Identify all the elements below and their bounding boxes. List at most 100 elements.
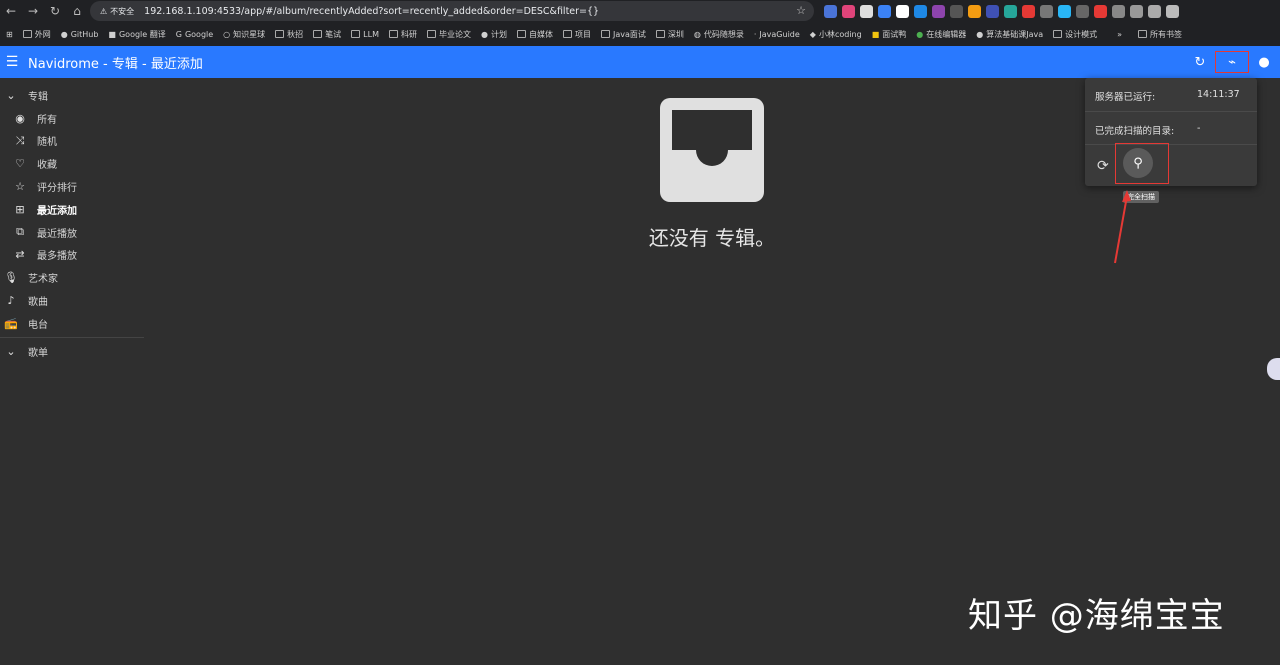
bookmark-star-icon[interactable]: ☆ <box>796 4 806 17</box>
extensions-bar <box>824 2 1179 18</box>
bookmark-item[interactable]: G Google <box>176 30 213 39</box>
music-note-icon: ♪ <box>7 294 15 308</box>
shuffle-icon: ⤨ <box>15 133 25 147</box>
bookmark-item[interactable]: ● 算法基础课Java <box>976 29 1043 40</box>
sidebar-divider <box>0 336 144 338</box>
bookmark-item[interactable]: ● 在线编辑器 <box>916 29 966 40</box>
extension-icon[interactable] <box>1040 5 1053 18</box>
extension-icon[interactable] <box>1058 5 1071 18</box>
sidebar-item-label: 随机 <box>37 137 57 149</box>
bookmark-item[interactable]: ● 计划 <box>481 29 507 40</box>
quick-scan-icon[interactable]: ⟳ <box>1097 158 1109 174</box>
sidebar-item-7[interactable]: ⇄ 最多播放 <box>0 244 146 267</box>
user-menu-button[interactable]: ● <box>1254 52 1274 72</box>
library-add-icon: ⊞ <box>15 202 25 216</box>
album-icon: ◉ <box>15 111 25 125</box>
bookmark-item[interactable]: ◆ 小林coding <box>810 29 862 40</box>
bookmark-item[interactable]: 自媒体 <box>516 29 553 40</box>
extension-icon[interactable] <box>1112 5 1125 18</box>
reload-icon[interactable]: ↻ <box>44 0 66 22</box>
app-bar: ☰ Navidrome - 专辑 - 最近添加 ↻ ⌁ ● <box>0 46 1280 78</box>
extension-icon[interactable] <box>950 5 963 18</box>
hamburger-menu-icon[interactable]: ☰ <box>2 52 22 72</box>
sidebar-item-6[interactable]: ⧉ 最近播放 <box>0 221 146 244</box>
extension-icon[interactable] <box>1076 5 1089 18</box>
extension-icon[interactable] <box>914 5 927 18</box>
folder-icon <box>22 30 32 38</box>
bookmark-item[interactable]: ■ Google 翻译 <box>108 29 165 40</box>
folder-icon <box>351 30 361 38</box>
bookmark-item[interactable]: 设计模式 <box>1053 29 1097 40</box>
bookmark-item[interactable]: · JavaGuide <box>754 30 800 39</box>
bookmark-item[interactable]: ■ 面试鸭 <box>872 29 907 40</box>
sidebar-item-9[interactable]: ♪ 歌曲 <box>0 289 146 312</box>
sidebar-item-2[interactable]: ⤨ 随机 <box>0 130 146 153</box>
home-icon[interactable]: ⌂ <box>66 0 88 22</box>
radio-icon: 📻 <box>4 316 18 330</box>
sidebar-item-8[interactable]: 🎙 艺术家 <box>0 266 146 289</box>
sidebar-item-1[interactable]: ◉ 所有 <box>0 107 146 130</box>
bookmark-item[interactable]: 秋招 <box>275 29 303 40</box>
divider <box>1085 111 1257 112</box>
extension-icon[interactable] <box>1094 5 1107 18</box>
all-bookmarks[interactable]: 所有书签 <box>1138 29 1182 40</box>
extension-icon[interactable] <box>932 5 945 18</box>
address-bar[interactable]: ⚠ 不安全 192.168.1.109:4533/app/#/album/rece… <box>90 1 814 21</box>
folder-icon <box>1138 30 1148 38</box>
extension-icon[interactable] <box>986 5 999 18</box>
extension-icon[interactable] <box>842 5 855 18</box>
extension-icon[interactable] <box>896 5 909 18</box>
extension-icon[interactable] <box>860 5 873 18</box>
bookmark-item[interactable]: ○ 知识星球 <box>223 29 265 40</box>
divider <box>1085 144 1257 145</box>
extension-icon[interactable] <box>968 5 981 18</box>
sidebar-item-label: 最多播放 <box>37 251 77 263</box>
floating-avatar[interactable] <box>1267 358 1280 380</box>
uptime-row: 服务器已运行: 14:11:37 <box>1095 89 1247 103</box>
sidebar-item-label: 收藏 <box>37 160 57 172</box>
bookmark-item[interactable]: 毕业论文 <box>426 29 471 40</box>
sidebar-item-0[interactable]: ⌄ 专辑 <box>0 84 146 107</box>
bookmark-item[interactable]: ● GitHub <box>61 30 99 39</box>
bookmark-item[interactable]: Java面试 <box>600 29 646 40</box>
back-icon[interactable]: ← <box>0 0 22 22</box>
url-text[interactable]: 192.168.1.109:4533/app/#/album/recentlyA… <box>144 6 599 17</box>
sidebar-item-11[interactable]: ⌄ 歌单 <box>0 340 146 363</box>
sidebar-item-label: 最近播放 <box>37 228 77 240</box>
profile-avatar-icon[interactable] <box>1166 5 1179 18</box>
bookmark-item[interactable]: LLM <box>351 30 379 39</box>
bookmark-item[interactable]: 项目 <box>562 29 591 40</box>
apps-grid-icon[interactable]: ⊞ <box>6 30 13 39</box>
refresh-button[interactable]: ↻ <box>1190 52 1210 72</box>
circle-icon: ○ <box>223 29 231 39</box>
star-icon: ☆ <box>15 180 25 194</box>
sidebar-item-4[interactable]: ☆ 评分排行 <box>0 175 146 198</box>
extension-icon[interactable] <box>824 5 837 18</box>
bookmark-item[interactable]: 外网 <box>22 29 51 40</box>
extension-icon[interactable] <box>1022 5 1035 18</box>
activity-panel: 服务器已运行: 14:11:37 已完成扫描的目录: - ⟳ ⚲ <box>1085 78 1257 186</box>
bookmarks-more[interactable]: » <box>1117 30 1122 39</box>
sidebar-item-5[interactable]: ⊞ 最近添加 <box>0 198 146 221</box>
bookmark-item[interactable]: 笔试 <box>313 29 341 40</box>
bookmark-item[interactable]: 科研 <box>388 29 417 40</box>
bookmark-item[interactable]: 深圳 <box>655 29 684 40</box>
dot-icon: · <box>753 29 757 39</box>
sidebar-item-10[interactable]: 📻 电台 <box>0 312 146 335</box>
extension-icon[interactable] <box>878 5 891 18</box>
folder-icon <box>388 30 398 38</box>
scanned-label: 已完成扫描的目录: <box>1095 126 1175 137</box>
activity-button[interactable]: ⌁ <box>1215 51 1249 73</box>
account-circle-icon: ● <box>1258 54 1270 70</box>
menu-icon[interactable] <box>1148 5 1161 18</box>
annotation-arrow <box>1114 190 1131 264</box>
sidebar-item-3[interactable]: ♡ 收藏 <box>0 152 146 175</box>
puzzle-icon[interactable] <box>1130 5 1143 18</box>
bookmark-item[interactable]: ◍ 代码随想录 <box>694 29 744 40</box>
chevron-down-icon: ⌄ <box>6 88 16 102</box>
forward-icon[interactable]: → <box>22 0 44 22</box>
extension-icon[interactable] <box>1004 5 1017 18</box>
sidebar-item-label: 专辑 <box>28 91 48 103</box>
insecure-badge[interactable]: ⚠ 不安全 <box>96 6 138 17</box>
sidebar-item-label: 最近添加 <box>37 205 77 217</box>
